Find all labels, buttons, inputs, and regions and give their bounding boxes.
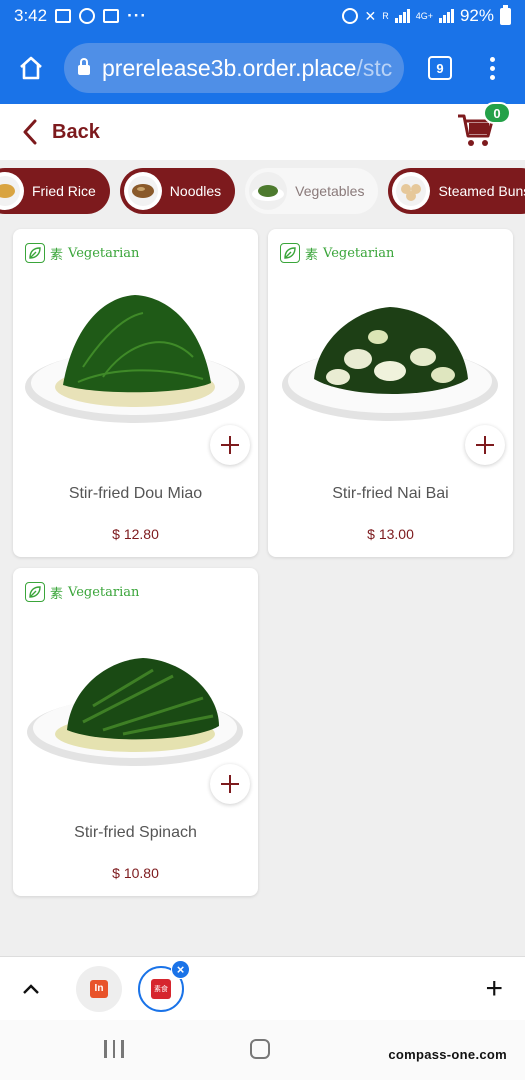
signal-icon bbox=[394, 9, 410, 23]
battery-icon bbox=[500, 4, 511, 25]
category-label: Noodles bbox=[169, 183, 222, 199]
vegetarian-char: 素 bbox=[305, 247, 319, 263]
dish-image-nai-bai bbox=[282, 307, 498, 421]
product-card-spinach[interactable]: 素 Vegetarian Stir-fried Spinach $ 10.80 bbox=[13, 568, 258, 896]
vegetarian-label: Vegetarian bbox=[68, 245, 140, 261]
vegetables-thumbnail bbox=[249, 172, 288, 210]
mute-icon: ✕ bbox=[364, 7, 377, 24]
app-store-icon: 素食 bbox=[151, 978, 171, 999]
dish-image-dou-miao bbox=[25, 295, 245, 423]
tab-switcher-button[interactable]: 9 bbox=[428, 56, 452, 80]
back-button[interactable]: Back bbox=[22, 119, 100, 145]
vegetarian-label: Vegetarian bbox=[68, 584, 140, 600]
chevron-up-icon[interactable] bbox=[22, 983, 40, 995]
product-price: $ 13.00 bbox=[367, 526, 414, 542]
product-card-dou-miao[interactable]: 素 Vegetarian Stir-fried Dou Miao $ 12.80 bbox=[13, 229, 258, 557]
url-host: prerelease3b.order.place bbox=[102, 54, 357, 81]
roaming-label: R bbox=[382, 10, 389, 21]
browser-toolbar: prerelease3b.order.place/stc 9 bbox=[0, 32, 525, 104]
close-tab-icon[interactable]: × bbox=[171, 959, 190, 979]
leaf-icon bbox=[25, 582, 45, 602]
status-time: 3:42 bbox=[14, 6, 48, 25]
gallery-icon bbox=[55, 9, 72, 23]
alarm-icon bbox=[342, 8, 359, 24]
address-bar[interactable]: prerelease3b.order.place/stc bbox=[64, 43, 404, 93]
chevron-left-icon bbox=[23, 119, 37, 145]
fried-rice-thumbnail bbox=[0, 172, 24, 210]
app-header: Back 0 bbox=[0, 102, 525, 160]
category-chip-fried-rice[interactable]: Fried Rice bbox=[0, 168, 110, 214]
category-label: Vegetables bbox=[295, 183, 365, 199]
url-path: /stc bbox=[356, 54, 393, 81]
tab-app-current[interactable]: 素食 × bbox=[138, 959, 190, 1012]
category-label: Fried Rice bbox=[32, 183, 96, 199]
product-card-nai-bai[interactable]: 素 Vegetarian Stir-fried Nai Bai $ 13.00 bbox=[268, 229, 513, 557]
browser-tab-bar: In 素食 × + bbox=[0, 956, 525, 1020]
add-to-cart-button[interactable] bbox=[210, 764, 250, 804]
browser-menu-button[interactable] bbox=[490, 56, 495, 80]
vegetarian-char: 素 bbox=[50, 247, 64, 263]
product-price: $ 10.80 bbox=[112, 865, 159, 881]
app-in-icon: In bbox=[90, 979, 108, 998]
category-chips: Fried Rice Noodles Vegetables Steamed Bu… bbox=[0, 168, 525, 214]
plus-icon bbox=[221, 436, 239, 454]
status-bar: 3:42 ··· ✕ R 4G+ 92% bbox=[0, 0, 525, 32]
signal-icon-2 bbox=[438, 9, 454, 23]
vegetarian-tag: 素 Vegetarian bbox=[280, 243, 394, 263]
dish-image-spinach bbox=[27, 658, 243, 766]
plus-icon bbox=[476, 436, 494, 454]
leaf-icon bbox=[280, 243, 300, 263]
battery-percent: 92% bbox=[459, 6, 494, 25]
cart-count-badge: 0 bbox=[483, 102, 511, 124]
add-to-cart-button[interactable] bbox=[465, 425, 505, 465]
add-to-cart-button[interactable] bbox=[210, 425, 250, 465]
steamed-buns-thumbnail bbox=[392, 172, 431, 210]
product-price: $ 12.80 bbox=[112, 526, 159, 542]
category-chip-noodles[interactable]: Noodles bbox=[119, 168, 236, 214]
recent-apps-button[interactable] bbox=[104, 1040, 124, 1058]
new-tab-button[interactable]: + bbox=[485, 973, 503, 1004]
category-chip-vegetables[interactable]: Vegetables bbox=[245, 168, 379, 214]
home-button[interactable] bbox=[14, 51, 48, 85]
product-name: Stir-fried Dou Miao bbox=[68, 485, 203, 502]
noodles-thumbnail bbox=[123, 172, 162, 210]
lock-icon bbox=[78, 58, 90, 75]
calendar-icon bbox=[103, 9, 120, 23]
category-label: Steamed Buns bbox=[438, 183, 525, 199]
network-label: 4G+ bbox=[415, 10, 433, 21]
tab-app-in[interactable]: In bbox=[76, 965, 122, 1012]
category-chip-steamed-buns[interactable]: Steamed Buns bbox=[388, 168, 525, 214]
vegetarian-char: 素 bbox=[50, 586, 64, 602]
more-notifications-icon: ··· bbox=[127, 6, 148, 25]
vegetarian-tag: 素 Vegetarian bbox=[25, 582, 139, 602]
home-nav-button[interactable] bbox=[250, 1039, 270, 1059]
system-nav-bar: compass-one.com bbox=[0, 1020, 525, 1080]
plus-icon bbox=[221, 775, 239, 793]
leaf-icon bbox=[25, 243, 45, 263]
home-icon bbox=[20, 56, 42, 80]
product-name: Stir-fried Spinach bbox=[74, 824, 197, 841]
product-name: Stir-fried Nai Bai bbox=[332, 485, 449, 502]
cart-button[interactable]: 0 bbox=[457, 102, 511, 152]
vegetarian-tag: 素 Vegetarian bbox=[25, 243, 139, 263]
watermark: compass-one.com bbox=[388, 1047, 507, 1062]
back-label: Back bbox=[52, 120, 100, 143]
vegetarian-label: Vegetarian bbox=[323, 245, 395, 261]
whatsapp-icon bbox=[79, 8, 96, 24]
